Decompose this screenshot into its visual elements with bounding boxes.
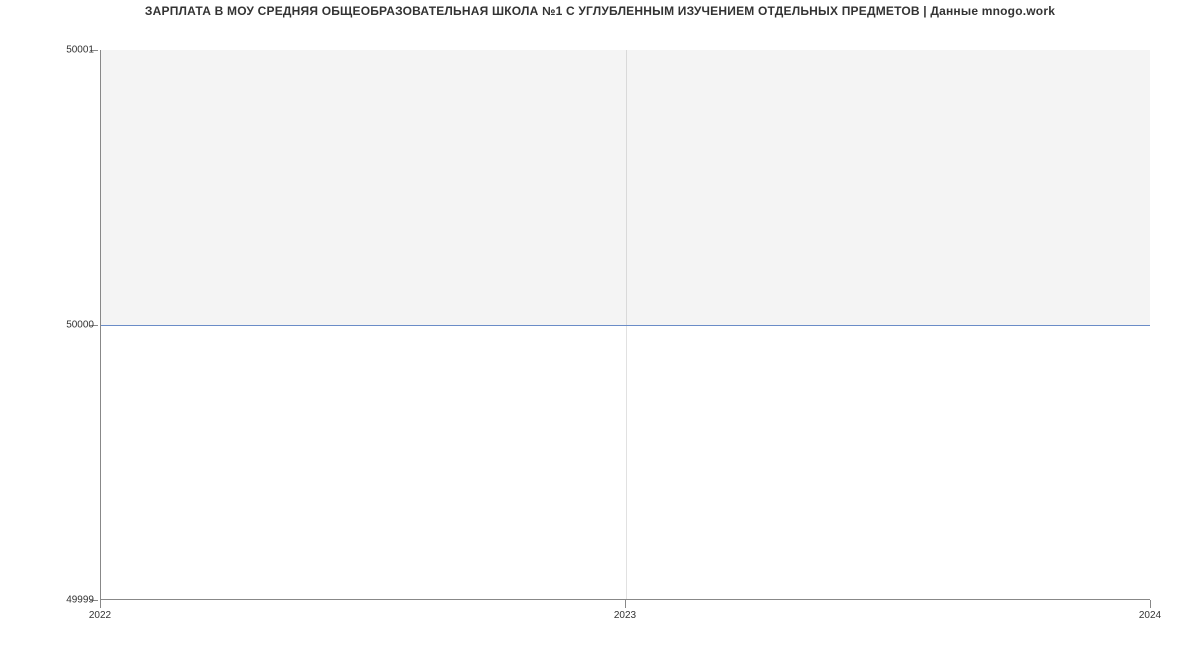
plot-area (100, 50, 1150, 600)
x-tick-label: 2024 (1139, 610, 1161, 621)
x-tick (625, 600, 626, 608)
chart-title: ЗАРПЛАТА В МОУ СРЕДНЯЯ ОБЩЕОБРАЗОВАТЕЛЬН… (0, 4, 1200, 18)
x-tick-label: 2022 (89, 610, 111, 621)
series-line-salary (101, 325, 1150, 326)
y-tick-label: 50001 (14, 45, 94, 56)
chart-container: ЗАРПЛАТА В МОУ СРЕДНЯЯ ОБЩЕОБРАЗОВАТЕЛЬН… (0, 0, 1200, 620)
x-tick-label: 2023 (614, 610, 636, 621)
y-tick-label: 50000 (14, 320, 94, 331)
y-tick-label: 49999 (14, 595, 94, 606)
x-tick (1150, 600, 1151, 608)
x-tick (100, 600, 101, 608)
